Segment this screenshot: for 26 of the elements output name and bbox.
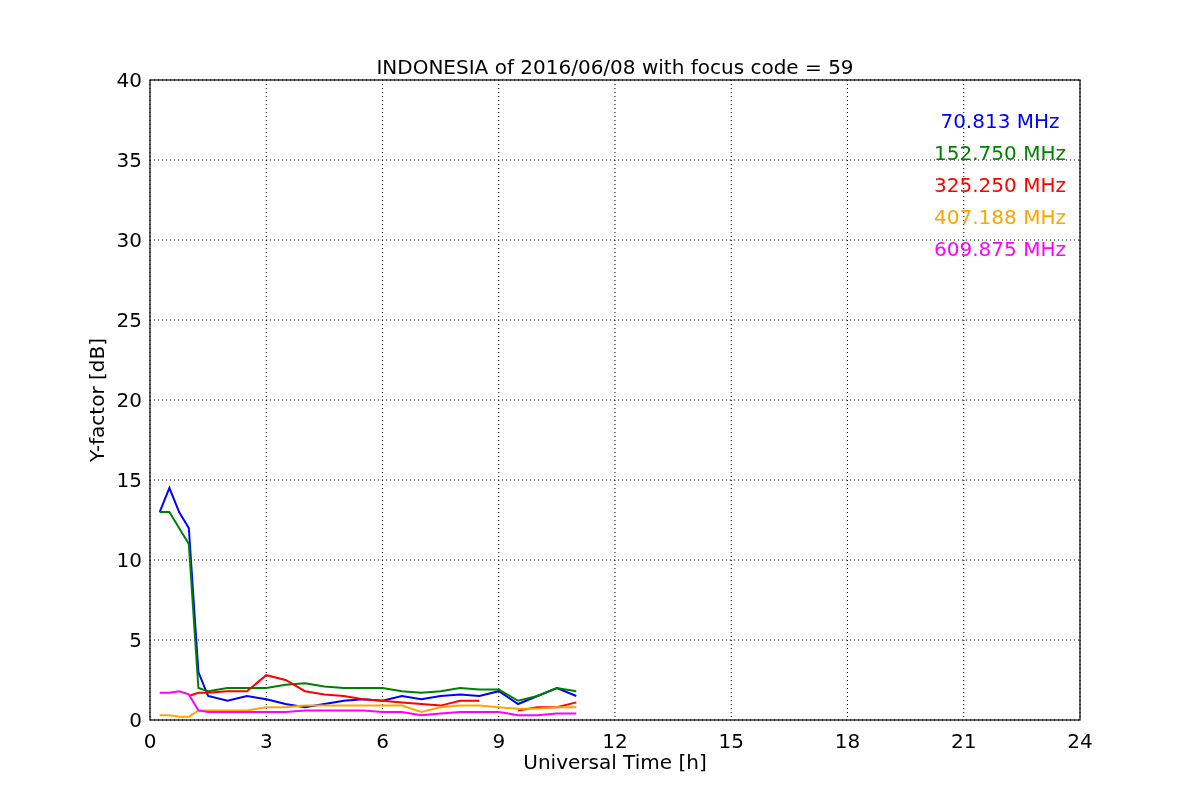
y-tick-label: 20 (116, 388, 142, 412)
x-axis-title: Universal Time [h] (523, 750, 707, 774)
x-tick-label: 24 (1067, 729, 1093, 753)
x-tick-label: 12 (602, 729, 628, 753)
legend-label: 325.250 MHz (934, 173, 1066, 197)
y-tick-label: 30 (116, 228, 142, 252)
x-tick-label: 6 (376, 729, 389, 753)
legend-label: 70.813 MHz (940, 109, 1060, 133)
y-tick-label: 15 (116, 468, 142, 492)
chart-title: INDONESIA of 2016/06/08 with focus code = 59 (376, 55, 854, 79)
legend-label: 609.875 MHz (934, 237, 1066, 261)
y-tick-label: 35 (116, 148, 142, 172)
x-tick-label: 0 (143, 729, 157, 753)
y-tick-label: 10 (116, 548, 142, 572)
legend-label: 407.188 MHz (934, 205, 1066, 229)
y-tick-label: 40 (116, 68, 142, 92)
x-tick-label: 9 (492, 729, 506, 753)
y-axis-title: Y-factor [dB] (85, 338, 109, 462)
y-tick-label: 5 (129, 628, 142, 652)
y-tick-label: 25 (116, 308, 142, 332)
x-tick-label: 15 (718, 729, 744, 753)
legend-label: 152.750 MHz (934, 141, 1066, 165)
x-tick-label: 3 (259, 729, 273, 753)
y-tick-label: 0 (129, 708, 142, 732)
x-tick-label: 21 (951, 729, 977, 753)
x-tick-label: 18 (834, 729, 861, 753)
